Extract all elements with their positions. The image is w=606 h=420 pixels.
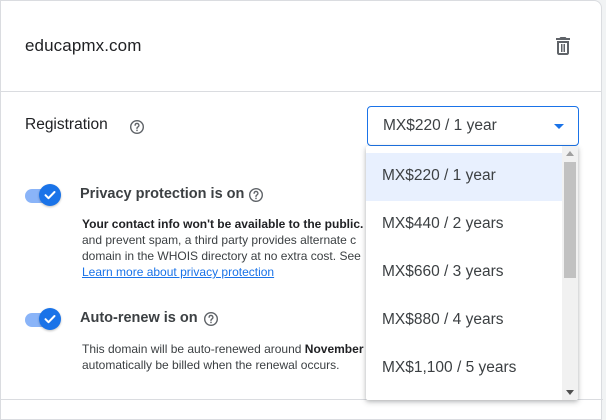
help-circle-icon[interactable]	[203, 311, 219, 327]
option-label: MX$1,100 / 5 years	[382, 359, 517, 376]
learn-more-privacy-link[interactable]: Learn more about privacy protection	[82, 265, 274, 279]
privacy-desc-line3: domain in the WHOIS directory at no extr…	[82, 249, 361, 263]
option-label: MX$660 / 3 years	[382, 263, 504, 280]
option-5-years[interactable]: MX$1,100 / 5 years	[366, 345, 562, 393]
option-label: MX$440 / 2 years	[382, 215, 504, 232]
option-3-years[interactable]: MX$660 / 3 years	[366, 249, 562, 297]
select-value: MX$220 / 1 year	[383, 117, 497, 134]
autorenew-description: This domain will be auto-renewed around …	[82, 341, 372, 373]
menu-scrollbar[interactable]	[562, 146, 578, 400]
autorenew-desc-line2: automatically be billed when the renewal…	[82, 358, 340, 372]
help-circle-icon[interactable]	[248, 187, 264, 203]
registration-period-menu: MX$220 / 1 year MX$440 / 2 years MX$660 …	[366, 146, 578, 400]
dropdown-caret-icon	[554, 124, 564, 129]
option-label: MX$880 / 4 years	[382, 311, 504, 328]
help-circle-icon[interactable]	[129, 119, 145, 135]
domain-name: educapmx.com	[25, 36, 142, 55]
privacy-desc-bold: Your contact info won't be available to …	[82, 217, 364, 231]
option-label: MX$220 / 1 year	[382, 167, 496, 184]
registration-period-select[interactable]: MX$220 / 1 year	[367, 106, 579, 146]
check-icon	[39, 308, 61, 330]
autorenew-toggle[interactable]	[23, 308, 61, 330]
option-2-years[interactable]: MX$440 / 2 years	[366, 201, 562, 249]
registration-label: Registration	[25, 116, 108, 133]
autorenew-desc-start: This domain will be auto-renewed around	[82, 342, 305, 356]
check-icon	[39, 184, 61, 206]
scroll-up-arrow-icon[interactable]	[566, 151, 574, 156]
scroll-thumb[interactable]	[564, 162, 576, 278]
autorenew-title: Auto-renew is on	[80, 310, 198, 326]
privacy-desc-line2: and prevent spam, a third party provides…	[82, 233, 357, 247]
autorenew-desc-bold: November	[304, 342, 364, 356]
option-4-years[interactable]: MX$880 / 4 years	[366, 297, 562, 345]
privacy-title: Privacy protection is on	[80, 186, 245, 202]
privacy-toggle[interactable]	[23, 184, 61, 206]
scroll-down-arrow-icon[interactable]	[566, 390, 574, 395]
option-1-year[interactable]: MX$220 / 1 year	[366, 153, 562, 201]
card-header: educapmx.com	[1, 1, 601, 92]
trash-icon[interactable]	[551, 34, 575, 58]
privacy-description: Your contact info won't be available to …	[82, 216, 372, 280]
